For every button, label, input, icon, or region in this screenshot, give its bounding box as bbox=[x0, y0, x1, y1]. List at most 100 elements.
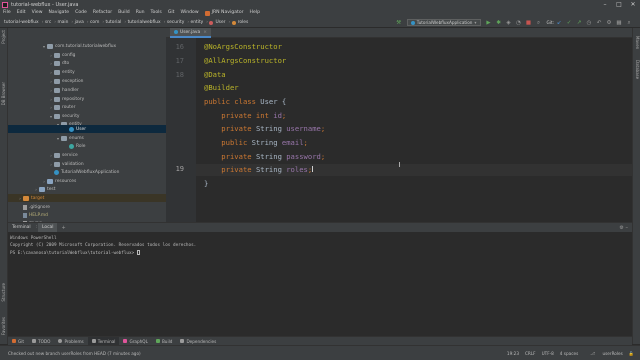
menu-refactor[interactable]: Refactor bbox=[90, 9, 115, 17]
breadcrumb-item[interactable]: java bbox=[75, 17, 84, 28]
collapse-arrow-icon[interactable]: › bbox=[49, 162, 53, 167]
indent-setting[interactable]: 4 spaces bbox=[560, 351, 578, 356]
settings-icon[interactable]: ⚙ bbox=[606, 20, 612, 26]
collapse-arrow-icon[interactable]: › bbox=[49, 153, 53, 158]
tree-item-repository[interactable]: › repository bbox=[8, 95, 166, 103]
tree-item-package-root[interactable]: ▾ com.tutorial.tutorialwebflux bbox=[8, 42, 166, 50]
close-tab-icon[interactable]: × bbox=[203, 30, 207, 35]
tool-window-database[interactable]: Database bbox=[635, 60, 640, 79]
git-update-icon[interactable]: ↙ bbox=[556, 20, 562, 26]
breadcrumb-item[interactable]: com bbox=[90, 17, 99, 28]
tree-item-validation[interactable]: › validation bbox=[8, 160, 166, 168]
tree-item-security[interactable]: ▾ security bbox=[8, 112, 166, 120]
tree-item-service[interactable]: › service bbox=[8, 151, 166, 159]
tree-item-target[interactable]: › target bbox=[8, 194, 166, 202]
tool-window-structure[interactable]: Structure bbox=[1, 283, 6, 302]
git-push-icon[interactable]: ↗ bbox=[576, 20, 582, 26]
collapse-arrow-icon[interactable]: › bbox=[34, 187, 38, 192]
run-configuration-select[interactable]: TutorialWebfluxApplication ▾ bbox=[406, 19, 481, 26]
menu-build[interactable]: Build bbox=[115, 9, 133, 17]
search-icon[interactable]: ⌕ bbox=[626, 20, 632, 26]
menu-view[interactable]: View bbox=[29, 9, 46, 17]
tree-item-config[interactable]: › config bbox=[8, 51, 166, 59]
tool-window-favorites[interactable]: Favorites bbox=[1, 317, 6, 335]
tool-window-project[interactable]: Project bbox=[1, 30, 6, 44]
menu-file[interactable]: File bbox=[0, 9, 14, 17]
tree-item-entity[interactable]: › entity bbox=[8, 68, 166, 76]
code-line[interactable]: @Data bbox=[204, 70, 226, 79]
editor-tab-user-java[interactable]: User.java × bbox=[170, 28, 211, 38]
code-line[interactable]: @NoArgsConstructor bbox=[204, 42, 282, 51]
debug-icon[interactable]: ✱ bbox=[496, 20, 502, 26]
collapse-arrow-icon[interactable]: › bbox=[49, 79, 53, 84]
menu-help[interactable]: Help bbox=[247, 9, 263, 17]
tree-item-exception[interactable]: › exception bbox=[8, 77, 166, 85]
maximize-button[interactable]: □ bbox=[612, 0, 626, 9]
expand-arrow-icon[interactable]: ▾ bbox=[42, 44, 46, 49]
tool-window-db-browser[interactable]: DB Browser bbox=[1, 82, 6, 105]
expand-arrow-icon[interactable]: ▾ bbox=[56, 136, 60, 141]
status-message[interactable]: Checked out new branch userRoles from HE… bbox=[0, 351, 141, 356]
tree-item-dto[interactable]: › dto bbox=[8, 59, 166, 67]
project-structure-icon[interactable]: ▦ bbox=[616, 20, 622, 26]
breadcrumb-item[interactable]: entity bbox=[191, 17, 204, 28]
breadcrumb-item[interactable]: roles bbox=[238, 17, 249, 28]
tree-item-help-md[interactable]: HELP.md bbox=[8, 211, 166, 219]
tree-item-enums[interactable]: ▾ enums bbox=[8, 134, 166, 142]
code-line[interactable]: private String roles; bbox=[204, 165, 312, 174]
code-line[interactable]: private String password; bbox=[204, 152, 325, 161]
code-line[interactable]: @Builder bbox=[204, 83, 239, 92]
terminal-tab-local[interactable]: Local bbox=[38, 222, 58, 233]
breadcrumb-item[interactable]: tutorialwebflux bbox=[128, 17, 161, 28]
collapse-arrow-icon[interactable]: › bbox=[49, 70, 53, 75]
collapse-arrow-icon[interactable]: › bbox=[49, 61, 53, 66]
search-everywhere-icon[interactable]: ⌕ bbox=[536, 20, 542, 26]
stop-icon[interactable]: ■ bbox=[526, 20, 532, 26]
code-line[interactable]: private int id; bbox=[204, 111, 286, 120]
collapse-arrow-icon[interactable]: › bbox=[49, 88, 53, 93]
tree-item-router[interactable]: › router bbox=[8, 103, 166, 111]
menu-window[interactable]: Window bbox=[177, 9, 201, 17]
breadcrumb-item[interactable]: src bbox=[45, 17, 51, 28]
tree-item-role[interactable]: Role bbox=[8, 142, 166, 150]
menu-edit[interactable]: Edit bbox=[14, 9, 29, 17]
git-history-icon[interactable]: ◷ bbox=[586, 20, 592, 26]
code-line[interactable]: @AllArgsConstructor bbox=[204, 56, 286, 65]
collapse-arrow-icon[interactable]: › bbox=[18, 196, 22, 201]
file-encoding[interactable]: UTF-8 bbox=[542, 351, 554, 356]
breadcrumb-item[interactable]: tutorial-webflux bbox=[4, 17, 39, 28]
collapse-arrow-icon[interactable]: › bbox=[42, 179, 46, 184]
expand-arrow-icon[interactable]: ▾ bbox=[49, 114, 53, 119]
profile-icon[interactable]: ◔ bbox=[516, 20, 522, 26]
hammer-build-icon[interactable]: ⚒ bbox=[396, 20, 402, 26]
menu-git[interactable]: Git bbox=[165, 9, 178, 17]
menu-run[interactable]: Run bbox=[133, 9, 148, 17]
code-line[interactable]: public String email; bbox=[204, 138, 308, 147]
coverage-icon[interactable]: ◈ bbox=[506, 20, 512, 26]
tree-item-gitignore[interactable]: .gitignore bbox=[8, 203, 166, 211]
menu-jrn-navigator[interactable]: JRN Navigator bbox=[212, 9, 247, 17]
tree-item-user[interactable]: User bbox=[8, 125, 166, 133]
tool-window-maven[interactable]: Maven bbox=[635, 36, 640, 49]
menu-code[interactable]: Code bbox=[72, 9, 90, 17]
collapse-arrow-icon[interactable]: › bbox=[49, 53, 53, 58]
collapse-arrow-icon[interactable]: › bbox=[49, 105, 53, 110]
run-icon[interactable]: ▶ bbox=[486, 20, 492, 26]
code-line[interactable]: private String username; bbox=[204, 124, 325, 133]
caret-position[interactable]: 19:23 bbox=[507, 351, 519, 356]
code-line[interactable]: } bbox=[204, 179, 208, 188]
tree-item-test[interactable]: › test bbox=[8, 185, 166, 193]
lock-icon[interactable]: 🔓 bbox=[629, 351, 634, 357]
git-commit-icon[interactable]: ✓ bbox=[566, 20, 572, 26]
close-window-button[interactable]: ✕ bbox=[626, 0, 640, 9]
git-branch-widget[interactable]: ⎇ userRoles bbox=[584, 351, 623, 356]
breadcrumb-item[interactable]: tutorial bbox=[106, 17, 122, 28]
menu-tools[interactable]: Tools bbox=[148, 9, 165, 17]
new-terminal-tab-button[interactable]: + bbox=[57, 225, 69, 231]
tree-item-handler[interactable]: › handler bbox=[8, 86, 166, 94]
tree-item-application[interactable]: TutorialWebfluxApplication bbox=[8, 168, 166, 176]
breadcrumb-item[interactable]: User bbox=[215, 17, 225, 28]
code-line[interactable]: public class User { bbox=[204, 97, 286, 106]
tree-item-resources[interactable]: › resources bbox=[8, 177, 166, 185]
minimize-button[interactable]: – bbox=[598, 0, 612, 9]
